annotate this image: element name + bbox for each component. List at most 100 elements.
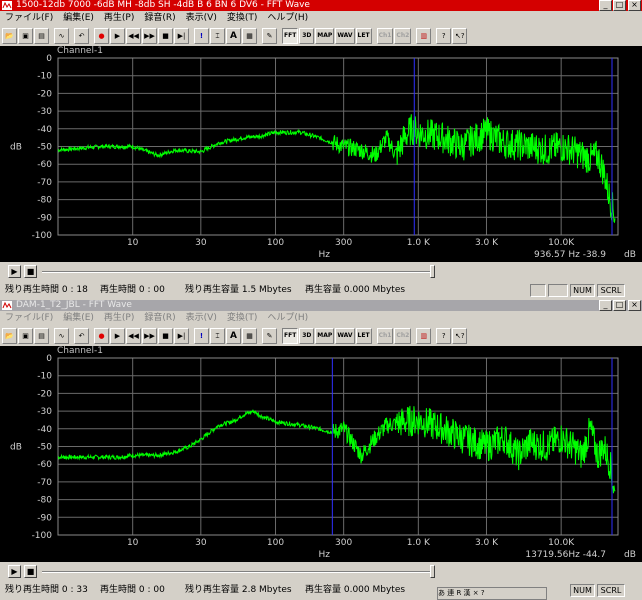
ime-toolbar[interactable]: あ 連 R 漢 × ? [437,587,547,600]
text-icon[interactable]: A [226,28,241,44]
menu-convert[interactable]: 変換(T) [222,311,263,325]
play-icon[interactable]: ▶ [110,28,125,44]
menu-view[interactable]: 表示(V) [181,11,222,25]
seek-thumb[interactable] [430,265,435,278]
seek-thumb[interactable] [430,565,435,578]
save-icon[interactable]: ▣ [18,28,33,44]
menu-help[interactable]: ヘルプ(H) [262,11,313,25]
y-tick-label: -100 [32,231,53,241]
x-axis-label: Hz [319,250,331,260]
fft-graph[interactable]: 0 -10 -20 -30 -40 -50 -60 -70 -80 -90 -100 10 30 100 3… [0,46,642,262]
wav-button[interactable]: WAV [335,328,355,344]
text-icon[interactable]: A [226,328,241,344]
seek-track[interactable] [42,271,432,273]
map-button[interactable]: MAP [315,328,335,344]
grid-icon[interactable]: ▦ [242,328,257,344]
map-button[interactable]: MAP [315,28,335,44]
stop-button[interactable]: ■ [24,265,37,278]
play-icon[interactable]: ▶ [110,328,125,344]
open-icon[interactable]: 📂 [2,328,17,344]
y-tick-label: -20 [37,389,52,399]
menu-play[interactable]: 再生(P) [99,311,139,325]
menu-view[interactable]: 表示(V) [181,311,222,325]
print-icon[interactable]: ▤ [34,328,49,344]
3d-button[interactable]: 3D [299,28,315,44]
fast-forward-icon[interactable]: ▶▶ [142,328,157,344]
menu-edit[interactable]: 編集(E) [58,11,99,25]
ch2-button[interactable]: Ch2 [394,28,412,44]
stop-icon[interactable]: ■ [158,28,173,44]
alert-icon[interactable]: ! [194,28,209,44]
play-capacity: 再生容量 0.000 Mbytes [305,285,406,295]
menu-file[interactable]: ファイル(F) [0,11,58,25]
let-button[interactable]: LET [355,28,372,44]
play-button[interactable]: ▶ [8,565,21,578]
ch1-button[interactable]: Ch1 [376,328,394,344]
wave-settings-icon[interactable]: ∿ [54,328,69,344]
x-tick-label: 1.0 K [407,538,431,548]
record-icon[interactable]: ● [94,28,109,44]
pen-icon[interactable]: ✎ [262,28,277,44]
menu-file[interactable]: ファイル(F) [0,311,58,325]
play-button[interactable]: ▶ [8,265,21,278]
app-icon [2,1,12,10]
menu-record[interactable]: 録音(R) [139,11,180,25]
wav-button[interactable]: WAV [335,28,355,44]
wave-settings-icon[interactable]: ∿ [54,28,69,44]
menu-edit[interactable]: 編集(E) [58,311,99,325]
settings-icon[interactable]: ▥ [416,328,432,344]
title-bar[interactable]: 1500-12db 7000 -6dB MH -8db SH -4dB B 6 … [0,0,642,11]
fft-button[interactable]: FFT [282,328,299,344]
window-title: 1500-12db 7000 -6dB MH -8db SH -4dB B 6 … [16,0,310,10]
close-button[interactable]: × [628,300,641,311]
settings-icon[interactable]: ▥ [416,28,432,44]
skip-end-icon[interactable]: ▶| [174,328,189,344]
marker-icon[interactable]: ⌶ [210,28,225,44]
y-tick-label: -50 [37,143,52,153]
skip-end-icon[interactable]: ▶| [174,28,189,44]
y-tick-label: -30 [37,107,52,117]
stop-button[interactable]: ■ [24,565,37,578]
pen-icon[interactable]: ✎ [262,328,277,344]
open-icon[interactable]: 📂 [2,28,17,44]
fft-button[interactable]: FFT [282,28,299,44]
marker-icon[interactable]: ⌶ [210,328,225,344]
let-button[interactable]: LET [355,328,372,344]
spectrum-plot[interactable]: 0 -10 -20 -30 -40 -50 -60 -70 -80 -90 -100 10 30 100 3… [0,346,642,562]
maximize-button[interactable]: □ [613,0,626,11]
help-icon[interactable]: ? [436,28,452,44]
x-tick-label: 3.0 K [475,538,499,548]
undo-icon[interactable]: ↶ [74,328,89,344]
ch2-button[interactable]: Ch2 [394,328,412,344]
fast-forward-icon[interactable]: ▶▶ [142,28,157,44]
help-icon[interactable]: ? [436,328,452,344]
close-button[interactable]: × [628,0,641,11]
ch1-button[interactable]: Ch1 [376,28,394,44]
menu-play[interactable]: 再生(P) [99,11,139,25]
print-icon[interactable]: ▤ [34,28,49,44]
seek-track[interactable] [42,571,432,573]
3d-button[interactable]: 3D [299,328,315,344]
scrl-indicator: SCRL [597,584,625,597]
rewind-icon[interactable]: ◀◀ [126,28,141,44]
alert-icon[interactable]: ! [194,328,209,344]
context-help-icon[interactable]: ↖? [452,28,468,44]
menu-record[interactable]: 録音(R) [139,311,180,325]
menu-help[interactable]: ヘルプ(H) [262,311,313,325]
stop-icon[interactable]: ■ [158,328,173,344]
playback-bar: ▶ ■ [0,562,642,580]
minimize-button[interactable]: _ [599,300,612,311]
save-icon[interactable]: ▣ [18,328,33,344]
grid-icon[interactable]: ▦ [242,28,257,44]
menu-convert[interactable]: 変換(T) [222,11,263,25]
record-icon[interactable]: ● [94,328,109,344]
spectrum-plot[interactable]: 0 -10 -20 -30 -40 -50 -60 -70 -80 -90 -100 10 30 100 3… [0,46,642,262]
db-unit-label: dB [624,550,636,560]
context-help-icon[interactable]: ↖? [452,328,468,344]
maximize-button[interactable]: □ [613,300,626,311]
rewind-icon[interactable]: ◀◀ [126,328,141,344]
fft-graph[interactable]: 0 -10 -20 -30 -40 -50 -60 -70 -80 -90 -100 10 30 100 3… [0,346,642,562]
minimize-button[interactable]: _ [599,0,612,11]
undo-icon[interactable]: ↶ [74,28,89,44]
title-bar[interactable]: DAM-1_T2_JBL - FFT Wave _ □ × [0,300,642,311]
